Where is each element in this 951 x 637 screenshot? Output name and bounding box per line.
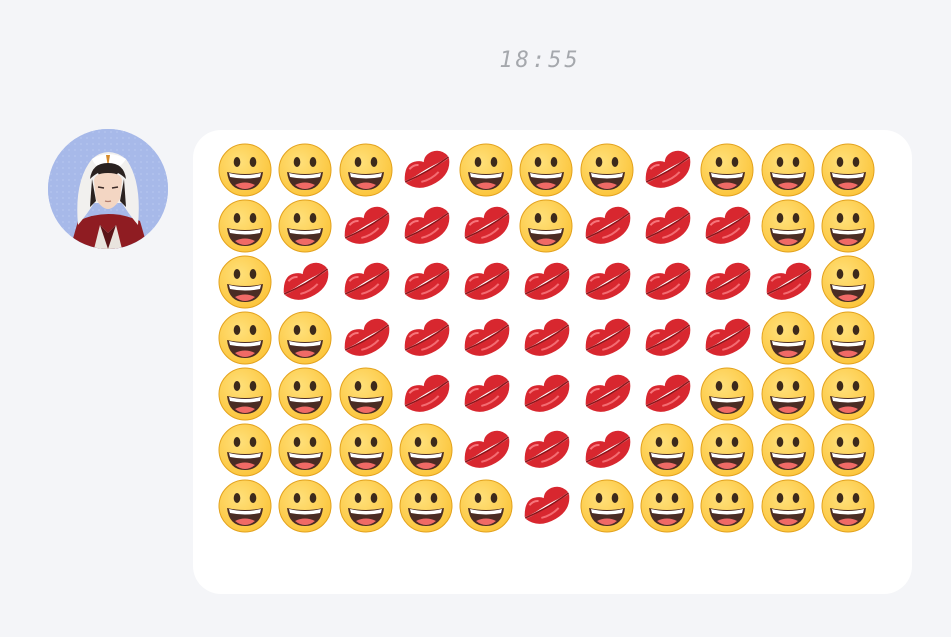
kiss-mark-emoji: [577, 422, 637, 478]
grinning-face-emoji: [456, 142, 516, 198]
grinning-face-emoji: [758, 198, 818, 254]
grinning-face-emoji: [215, 422, 275, 478]
kiss-mark-emoji: [516, 478, 576, 534]
grinning-face-emoji: [818, 366, 878, 422]
grinning-face-emoji: [336, 142, 396, 198]
grinning-face-emoji: [818, 478, 878, 534]
kiss-mark-emoji: [516, 310, 576, 366]
grinning-face-emoji: [215, 310, 275, 366]
grinning-face-emoji: [818, 142, 878, 198]
kiss-mark-emoji: [697, 310, 757, 366]
grinning-face-emoji: [818, 422, 878, 478]
grinning-face-emoji: [215, 142, 275, 198]
grinning-face-emoji: [396, 478, 456, 534]
grinning-face-emoji: [697, 422, 757, 478]
grinning-face-emoji: [336, 478, 396, 534]
kiss-mark-emoji: [577, 254, 637, 310]
kiss-mark-emoji: [456, 366, 516, 422]
grinning-face-emoji: [275, 310, 335, 366]
kiss-mark-emoji: [577, 310, 637, 366]
kiss-mark-emoji: [396, 310, 456, 366]
grinning-face-emoji: [697, 478, 757, 534]
kiss-mark-emoji: [758, 254, 818, 310]
grinning-face-emoji: [577, 478, 637, 534]
grinning-face-emoji: [215, 366, 275, 422]
kiss-mark-emoji: [275, 254, 335, 310]
kiss-mark-emoji: [637, 310, 697, 366]
grinning-face-emoji: [275, 142, 335, 198]
grinning-face-emoji: [818, 198, 878, 254]
grinning-face-emoji: [336, 366, 396, 422]
grinning-face-emoji: [818, 254, 878, 310]
grinning-face-emoji: [215, 198, 275, 254]
kiss-mark-emoji: [396, 198, 456, 254]
kiss-mark-emoji: [456, 198, 516, 254]
grinning-face-emoji: [637, 422, 697, 478]
kiss-mark-emoji: [637, 198, 697, 254]
grinning-face-emoji: [758, 142, 818, 198]
sender-avatar[interactable]: [48, 129, 168, 249]
kiss-mark-emoji: [396, 366, 456, 422]
grinning-face-emoji: [697, 366, 757, 422]
grinning-face-emoji: [396, 422, 456, 478]
grinning-face-emoji: [215, 254, 275, 310]
grinning-face-emoji: [516, 198, 576, 254]
grinning-face-emoji: [275, 478, 335, 534]
kiss-mark-emoji: [577, 366, 637, 422]
kiss-mark-emoji: [396, 254, 456, 310]
grinning-face-emoji: [275, 198, 335, 254]
grinning-face-emoji: [275, 366, 335, 422]
avatar-portrait-image: [48, 129, 168, 249]
kiss-mark-emoji: [637, 254, 697, 310]
kiss-mark-emoji: [396, 142, 456, 198]
grinning-face-emoji: [275, 422, 335, 478]
kiss-mark-emoji: [516, 366, 576, 422]
grinning-face-emoji: [697, 142, 757, 198]
grinning-face-emoji: [758, 310, 818, 366]
grinning-face-emoji: [758, 478, 818, 534]
kiss-mark-emoji: [577, 198, 637, 254]
grinning-face-emoji: [577, 142, 637, 198]
kiss-mark-emoji: [516, 422, 576, 478]
chat-screen: 18:55: [0, 0, 951, 637]
emoji-grid: [215, 142, 878, 534]
kiss-mark-emoji: [336, 198, 396, 254]
kiss-mark-emoji: [516, 254, 576, 310]
kiss-mark-emoji: [456, 310, 516, 366]
grinning-face-emoji: [758, 422, 818, 478]
kiss-mark-emoji: [456, 422, 516, 478]
kiss-mark-emoji: [336, 254, 396, 310]
grinning-face-emoji: [637, 478, 697, 534]
kiss-mark-emoji: [697, 198, 757, 254]
grinning-face-emoji: [456, 478, 516, 534]
message-bubble[interactable]: [193, 130, 912, 594]
kiss-mark-emoji: [456, 254, 516, 310]
kiss-mark-emoji: [697, 254, 757, 310]
grinning-face-emoji: [758, 366, 818, 422]
kiss-mark-emoji: [637, 142, 697, 198]
kiss-mark-emoji: [336, 310, 396, 366]
message-timestamp: 18:55: [499, 48, 581, 73]
grinning-face-emoji: [516, 142, 576, 198]
grinning-face-emoji: [215, 478, 275, 534]
grinning-face-emoji: [818, 310, 878, 366]
kiss-mark-emoji: [637, 366, 697, 422]
grinning-face-emoji: [336, 422, 396, 478]
